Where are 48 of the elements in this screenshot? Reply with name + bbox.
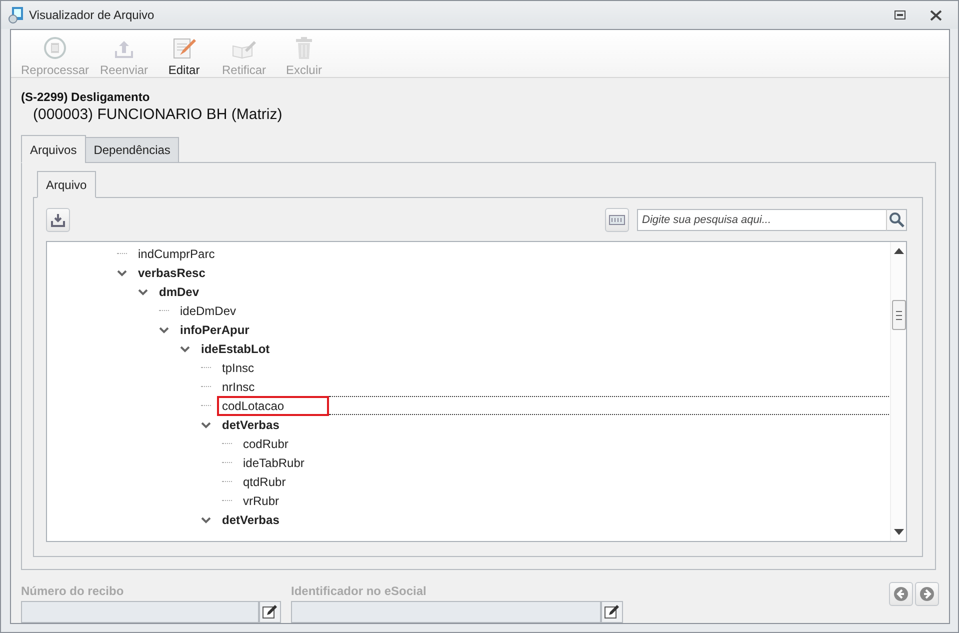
event-title: (S-2299) Desligamento xyxy=(21,90,151,104)
tree-node[interactable]: nrInsc xyxy=(217,376,260,396)
previous-button[interactable] xyxy=(889,582,913,606)
tree-node[interactable]: detVerbas xyxy=(217,510,284,530)
pencil-icon xyxy=(171,36,198,60)
xml-icon xyxy=(609,215,625,225)
tree-node[interactable]: qtdRubr xyxy=(238,472,291,492)
field-label: Número do recibo xyxy=(21,584,125,598)
toolbar-button[interactable]: Editar xyxy=(155,34,214,77)
search-icon[interactable] xyxy=(887,209,907,231)
edit-icon xyxy=(604,604,620,620)
next-button[interactable] xyxy=(915,582,939,606)
scroll-thumb[interactable] xyxy=(892,300,906,330)
xml-button[interactable] xyxy=(605,208,629,232)
scrollbar[interactable] xyxy=(890,242,906,541)
download-icon xyxy=(51,213,65,227)
tree-node[interactable]: codRubr xyxy=(238,434,294,454)
scroll-up-icon[interactable] xyxy=(894,248,904,254)
tree-node[interactable]: vrRubr xyxy=(238,490,284,510)
search-field[interactable]: Digite sua pesquisa aqui... xyxy=(637,209,887,231)
tree-node[interactable]: detVerbas xyxy=(217,414,284,434)
tree-node[interactable]: ideEstabLot xyxy=(196,338,275,358)
employee-name: (000003) FUNCIONARIO BH (Matriz) xyxy=(33,106,284,123)
tree-node[interactable]: ideDmDev xyxy=(175,300,242,320)
field-label: Identificador no eSocial xyxy=(291,584,428,598)
tab[interactable]: Arquivo xyxy=(37,171,96,198)
window-title: Visualizador de Arquivo xyxy=(29,8,156,22)
notebook-icon xyxy=(231,38,258,60)
close-icon[interactable] xyxy=(930,10,942,20)
tree-node[interactable]: indCumprParc xyxy=(133,244,220,264)
trash-icon xyxy=(294,36,314,60)
tab[interactable]: Dependências xyxy=(84,137,180,163)
tree-node[interactable]: ideTabRubr xyxy=(238,452,310,472)
download-button[interactable] xyxy=(46,208,70,232)
document-icon xyxy=(7,6,25,24)
tree-node[interactable]: dmDev xyxy=(154,282,204,302)
restore-icon[interactable] xyxy=(894,10,906,20)
tree-node[interactable]: tpInsc xyxy=(217,358,260,378)
calculator-icon xyxy=(43,36,68,60)
tree-node[interactable]: codLotacao xyxy=(217,396,329,416)
tree-node[interactable]: infoPerApur xyxy=(175,320,254,340)
edit-button[interactable] xyxy=(601,601,623,623)
upload-icon xyxy=(113,38,136,60)
edit-button[interactable] xyxy=(259,601,281,623)
scroll-down-icon[interactable] xyxy=(894,529,904,535)
tree-node[interactable]: verbasResc xyxy=(133,262,210,282)
edit-icon xyxy=(262,604,278,620)
tab[interactable]: Arquivos xyxy=(21,135,86,163)
